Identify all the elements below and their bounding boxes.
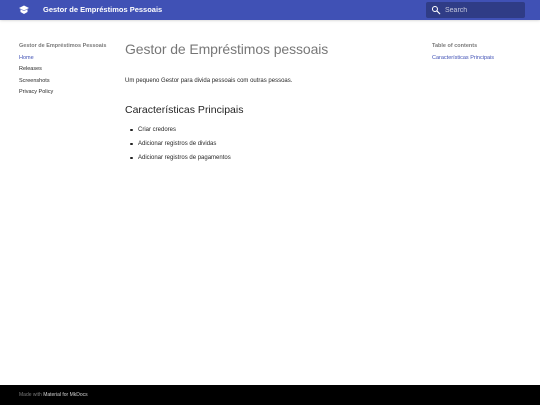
list-item: Adicionar registros de pagamentos <box>130 154 231 162</box>
footer-link[interactable]: Material for MkDocs <box>43 392 87 398</box>
page-title: Gestor de Empréstimos pessoais <box>125 41 329 57</box>
header-bar: Gestor de Empréstimos Pessoais <box>0 0 540 20</box>
nav-item-home[interactable]: Home <box>19 55 109 62</box>
search-box[interactable] <box>426 2 525 18</box>
search-input[interactable] <box>445 2 523 18</box>
toc-title: Table of contents <box>432 43 478 49</box>
nav-item-releases[interactable]: Releases <box>19 66 109 73</box>
footer: Made with Material for MkDocs <box>0 385 540 405</box>
list-item-text: Adicionar registros de pagamentos <box>138 155 231 161</box>
list-item: Criar credores <box>130 126 231 134</box>
table-of-contents: Table of contents Características Princi… <box>432 43 532 62</box>
main-content: Gestor de Empréstimos pessoais Um pequen… <box>125 40 415 161</box>
features-list: Criar credores Adicionar registros de di… <box>130 126 231 168</box>
nav-item-screenshots[interactable]: Screenshots <box>19 78 109 85</box>
list-item-text: Adicionar registros de dividas <box>138 141 217 147</box>
book-icon[interactable] <box>18 4 30 16</box>
footer-credit: Made with Material for MkDocs <box>19 385 88 405</box>
nav-title: Gestor de Empréstimos Pessoais <box>19 43 107 49</box>
nav-item-privacy-policy[interactable]: Privacy Policy <box>19 89 109 96</box>
primary-nav: Gestor de Empréstimos Pessoais Home Rele… <box>19 43 109 101</box>
bullet-icon <box>130 128 133 132</box>
list-item-text: Criar credores <box>138 127 177 133</box>
bullet-icon <box>130 156 133 160</box>
section-heading: Características Principais <box>125 104 244 116</box>
bullet-icon <box>130 142 133 146</box>
footer-made-with: Made with <box>19 392 42 398</box>
search-icon <box>431 5 441 15</box>
site-title[interactable]: Gestor de Empréstimos Pessoais <box>43 0 162 20</box>
intro-paragraph: Um pequeno Gestor para divida pessoais c… <box>125 78 293 84</box>
toc-item-caracteristicas[interactable]: Características Principais <box>432 55 532 62</box>
list-item: Adicionar registros de dividas <box>130 140 231 148</box>
